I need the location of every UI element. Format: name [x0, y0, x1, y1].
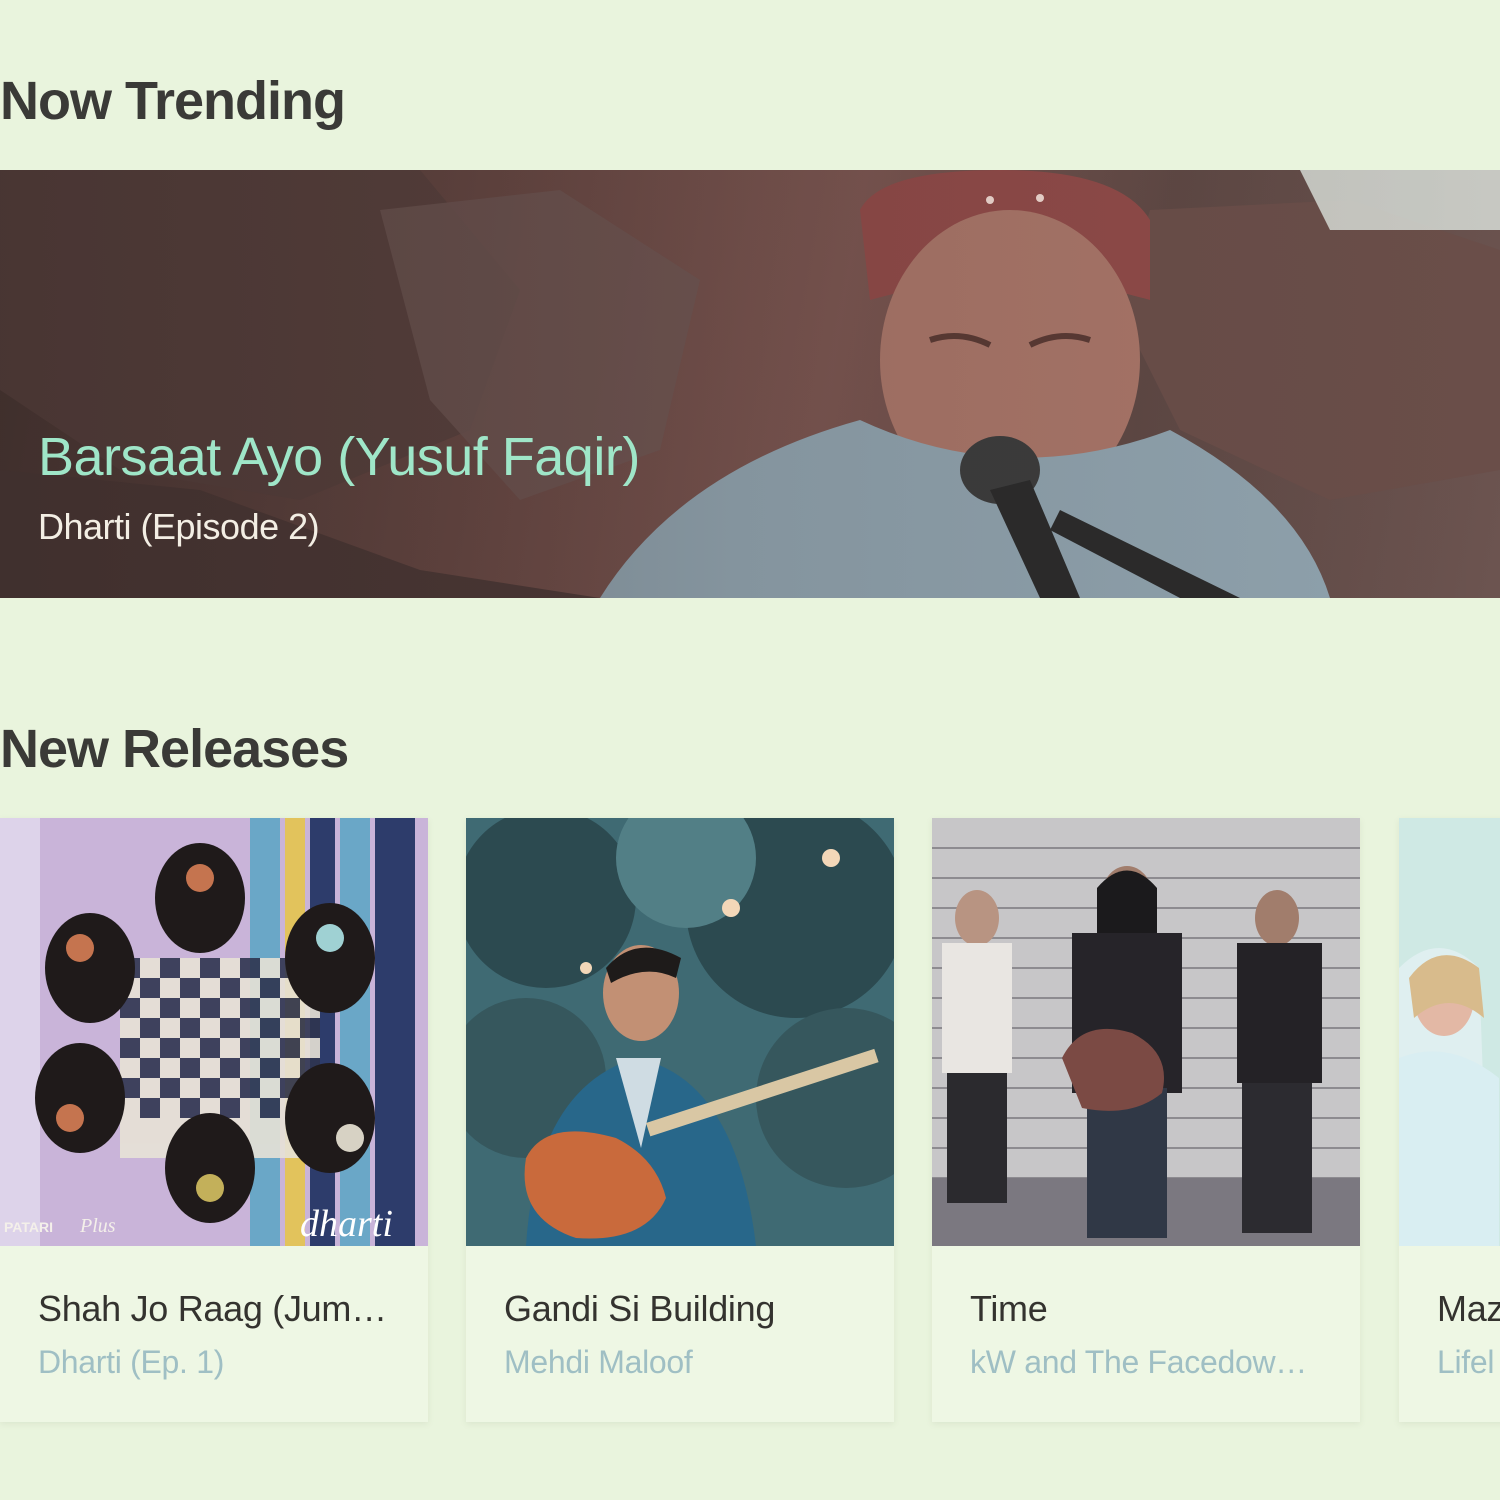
album-art: PATARI Plus dharti: [0, 818, 428, 1246]
release-title[interactable]: Gandi Si Building: [504, 1288, 864, 1330]
hero-track-title[interactable]: Barsaat Ayo (Yusuf Faqir): [38, 426, 640, 488]
trending-hero-banner[interactable]: Barsaat Ayo (Yusuf Faqir) Dharti (Episod…: [0, 170, 1500, 598]
svg-text:Plus: Plus: [79, 1215, 116, 1237]
release-artist[interactable]: kW and The Facedow…: [970, 1344, 1330, 1381]
release-card[interactable]: Time kW and The Facedow…: [932, 818, 1360, 1422]
release-title[interactable]: Shah Jo Raag (Jum…: [38, 1288, 398, 1330]
new-releases-heading: New Releases: [0, 719, 349, 779]
release-artist[interactable]: Dharti (Ep. 1): [38, 1344, 398, 1381]
home-screen: Now Trending Barsaat Ayo (Yusuf Faqir) D…: [0, 0, 1500, 1500]
release-card[interactable]: Maz Lifel: [1399, 818, 1500, 1422]
release-title[interactable]: Maz: [1437, 1288, 1500, 1330]
release-card[interactable]: Gandi Si Building Mehdi Maloof: [466, 818, 894, 1422]
album-art: [466, 818, 894, 1246]
release-artist[interactable]: Mehdi Maloof: [504, 1344, 864, 1381]
release-card[interactable]: PATARI Plus dharti Shah Jo Raag (Jum… Dh…: [0, 818, 428, 1422]
album-art: [1399, 818, 1500, 1246]
svg-text:dharti: dharti: [300, 1203, 393, 1245]
release-title[interactable]: Time: [970, 1288, 1330, 1330]
album-art: [932, 818, 1360, 1246]
hero-album-subtitle[interactable]: Dharti (Episode 2): [38, 506, 320, 548]
release-artist[interactable]: Lifel: [1437, 1344, 1500, 1381]
now-trending-heading: Now Trending: [0, 71, 346, 131]
svg-text:PATARI: PATARI: [4, 1219, 53, 1235]
